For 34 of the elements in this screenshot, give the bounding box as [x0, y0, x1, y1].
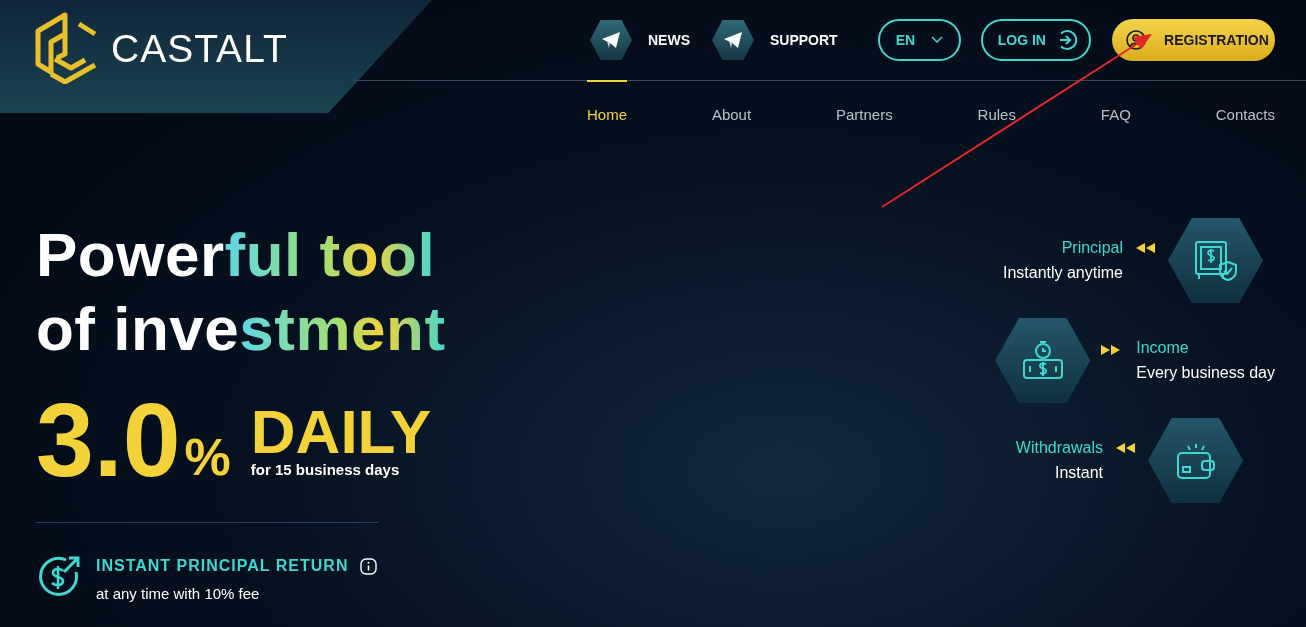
- login-button[interactable]: LOG IN: [980, 19, 1092, 61]
- nav-link[interactable]: FAQ: [1100, 80, 1131, 127]
- nav-link[interactable]: About: [711, 80, 752, 127]
- double-arrow-left-icon: [1136, 243, 1155, 253]
- rate-unit: %: [184, 434, 231, 480]
- wallet-icon: [1175, 441, 1216, 480]
- rate-term: for 15 business days: [250, 460, 401, 480]
- header-link[interactable]: NEWS: [648, 29, 690, 51]
- chevron-down-icon: [930, 36, 943, 44]
- money-timer-icon: [1021, 339, 1064, 382]
- rate-value: 3.0: [36, 400, 181, 480]
- safe-icon: [1193, 239, 1238, 282]
- benefit-subtitle: Instantly anytime: [1002, 262, 1123, 283]
- hero-headline: Powerful tool of investment: [36, 219, 447, 365]
- benefit-subtitle: Instant: [1054, 462, 1103, 483]
- benefit-title: Withdrawals: [1015, 437, 1103, 458]
- benefit-subtitle: Every business day: [1136, 362, 1275, 383]
- registration-button[interactable]: REGISTRATION: [1112, 19, 1275, 61]
- logo-icon: [35, 12, 97, 84]
- header-link[interactable]: SUPPORT: [770, 29, 838, 51]
- feature-subtitle: at any time with 10% fee: [96, 584, 261, 604]
- double-arrow-right-icon: [1101, 344, 1121, 355]
- double-arrow-left-icon: [1116, 443, 1135, 453]
- nav-link[interactable]: Rules: [977, 80, 1016, 127]
- language-selector[interactable]: EN: [877, 19, 961, 61]
- nav-link[interactable]: Contacts: [1215, 80, 1275, 127]
- rate-label: DAILY: [250, 404, 432, 460]
- benefit-title: Income: [1136, 337, 1189, 358]
- nav-link[interactable]: Home: [587, 80, 627, 127]
- feature-title: INSTANT PRINCIPAL RETURN: [96, 556, 349, 576]
- nav-link[interactable]: Partners: [836, 80, 893, 127]
- benefit-title: Principal: [1061, 237, 1123, 258]
- info-icon[interactable]: [360, 557, 378, 575]
- logo-text: CASTALT: [111, 28, 288, 68]
